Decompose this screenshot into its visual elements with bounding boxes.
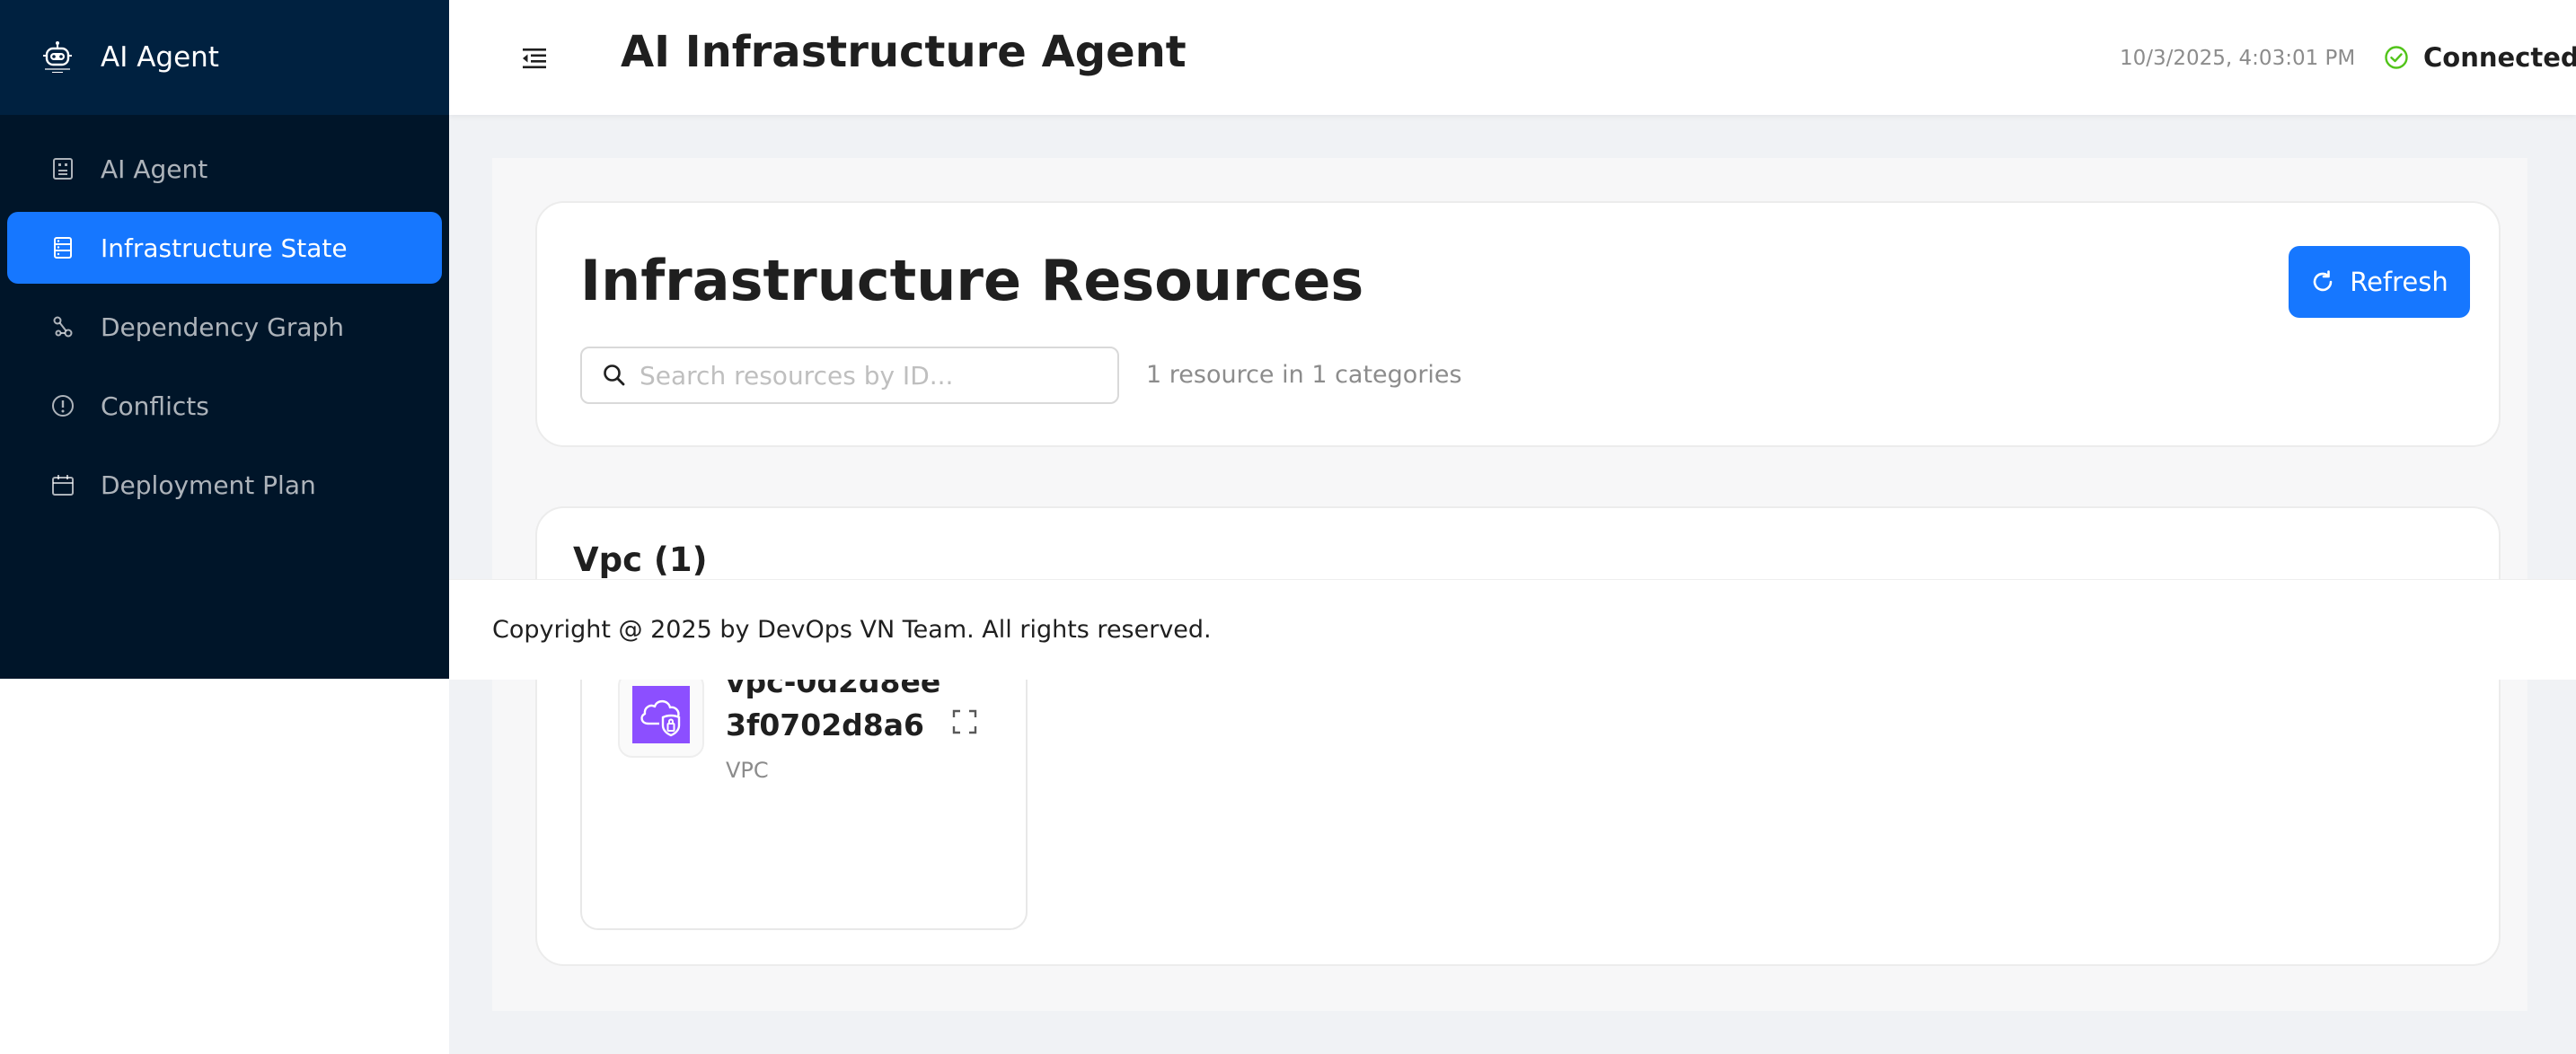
- connection-status: Connected: [2423, 42, 2576, 73]
- refresh-button-label: Refresh: [2350, 267, 2448, 297]
- calendar-icon: [52, 475, 74, 496]
- robot-icon: [53, 158, 73, 180]
- resource-summary: 1 resource in 1 categories: [1146, 361, 1462, 389]
- footer: Copyright @ 2025 by DevOps VN Team. All …: [449, 579, 2576, 680]
- header-timestamp: 10/3/2025, 4:03:01 PM: [2120, 47, 2356, 70]
- robot-logo-icon: [43, 41, 72, 73]
- app-name: AI Agent: [101, 41, 219, 74]
- category-card-vpc: Vpc (1) vpc-0d2d8ee3f0702d8a6 VPC: [535, 506, 2501, 966]
- exclamation-circle-icon: [52, 395, 74, 417]
- sidebar-header: AI Agent: [0, 0, 449, 115]
- sidebar: AI Agent AI Agent Infrastructure State D…: [0, 0, 449, 679]
- database-icon: [54, 237, 72, 259]
- sidebar-item-infrastructure-state[interactable]: Infrastructure State: [7, 212, 442, 284]
- sidebar-item-label: AI Agent: [101, 154, 208, 184]
- expand-icon[interactable]: [950, 707, 979, 736]
- refresh-button[interactable]: Refresh: [2289, 246, 2470, 318]
- sidebar-item-ai-agent[interactable]: AI Agent: [7, 133, 442, 205]
- search-input[interactable]: [638, 359, 1108, 391]
- resource-type: VPC: [726, 758, 769, 783]
- resources-header-card: Infrastructure Resources Refresh 1 resou…: [535, 201, 2501, 447]
- sidebar-menu: AI Agent Infrastructure State Dependency: [0, 133, 449, 521]
- resource-icon-container: [618, 672, 704, 758]
- main-layout: AI Infrastructure Agent 10/3/2025, 4:03:…: [449, 0, 2576, 1054]
- search-icon: [604, 365, 625, 386]
- sidebar-item-label: Deployment Plan: [101, 470, 316, 500]
- vpc-cloud-icon: [632, 686, 690, 743]
- menu-fold-icon[interactable]: [519, 43, 550, 74]
- page-title: Infrastructure Resources: [580, 248, 1364, 313]
- sidebar-item-deployment-plan[interactable]: Deployment Plan: [7, 449, 442, 521]
- header-title: AI Infrastructure Agent: [621, 27, 1187, 77]
- sidebar-item-dependency-graph[interactable]: Dependency Graph: [7, 291, 442, 363]
- search-box[interactable]: [580, 347, 1119, 404]
- sidebar-item-conflicts[interactable]: Conflicts: [7, 370, 442, 442]
- footer-copyright: Copyright @ 2025 by DevOps VN Team. All …: [492, 616, 1212, 644]
- sidebar-item-label: Dependency Graph: [101, 312, 345, 342]
- reload-icon: [2313, 270, 2333, 292]
- sidebar-item-label: Infrastructure State: [101, 233, 348, 263]
- graph-icon: [53, 316, 73, 338]
- header: AI Infrastructure Agent 10/3/2025, 4:03:…: [449, 0, 2576, 115]
- sidebar-item-label: Conflicts: [101, 391, 209, 421]
- category-title: Vpc (1): [573, 540, 708, 579]
- check-circle-icon: [2385, 46, 2408, 69]
